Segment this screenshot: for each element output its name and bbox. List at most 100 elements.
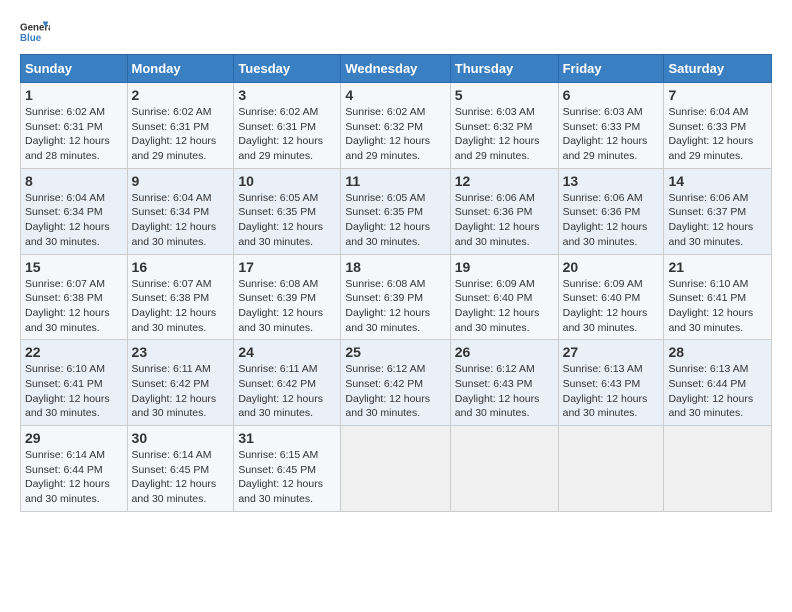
day-number: 21 xyxy=(668,259,767,275)
header-cell-monday: Monday xyxy=(127,55,234,83)
day-cell: 29 Sunrise: 6:14 AMSunset: 6:44 PMDaylig… xyxy=(21,426,128,512)
week-row-4: 22 Sunrise: 6:10 AMSunset: 6:41 PMDaylig… xyxy=(21,340,772,426)
day-cell: 27 Sunrise: 6:13 AMSunset: 6:43 PMDaylig… xyxy=(558,340,664,426)
day-cell: 31 Sunrise: 6:15 AMSunset: 6:45 PMDaylig… xyxy=(234,426,341,512)
calendar-header: SundayMondayTuesdayWednesdayThursdayFrid… xyxy=(21,55,772,83)
day-detail: Sunrise: 6:05 AMSunset: 6:35 PMDaylight:… xyxy=(345,192,430,248)
header-cell-wednesday: Wednesday xyxy=(341,55,450,83)
day-cell: 14 Sunrise: 6:06 AMSunset: 6:37 PMDaylig… xyxy=(664,168,772,254)
day-cell: 9 Sunrise: 6:04 AMSunset: 6:34 PMDayligh… xyxy=(127,168,234,254)
day-cell: 5 Sunrise: 6:03 AMSunset: 6:32 PMDayligh… xyxy=(450,83,558,169)
day-cell: 1 Sunrise: 6:02 AMSunset: 6:31 PMDayligh… xyxy=(21,83,128,169)
day-cell: 13 Sunrise: 6:06 AMSunset: 6:36 PMDaylig… xyxy=(558,168,664,254)
day-detail: Sunrise: 6:04 AMSunset: 6:34 PMDaylight:… xyxy=(25,192,110,248)
day-cell: 3 Sunrise: 6:02 AMSunset: 6:31 PMDayligh… xyxy=(234,83,341,169)
day-number: 16 xyxy=(132,259,230,275)
day-detail: Sunrise: 6:09 AMSunset: 6:40 PMDaylight:… xyxy=(455,278,540,334)
day-detail: Sunrise: 6:08 AMSunset: 6:39 PMDaylight:… xyxy=(238,278,323,334)
header-cell-sunday: Sunday xyxy=(21,55,128,83)
day-detail: Sunrise: 6:14 AMSunset: 6:45 PMDaylight:… xyxy=(132,449,217,505)
day-detail: Sunrise: 6:03 AMSunset: 6:33 PMDaylight:… xyxy=(563,106,648,162)
day-detail: Sunrise: 6:12 AMSunset: 6:43 PMDaylight:… xyxy=(455,363,540,419)
day-cell: 22 Sunrise: 6:10 AMSunset: 6:41 PMDaylig… xyxy=(21,340,128,426)
header-cell-friday: Friday xyxy=(558,55,664,83)
day-cell: 12 Sunrise: 6:06 AMSunset: 6:36 PMDaylig… xyxy=(450,168,558,254)
day-number: 15 xyxy=(25,259,123,275)
day-number: 8 xyxy=(25,173,123,189)
day-cell: 28 Sunrise: 6:13 AMSunset: 6:44 PMDaylig… xyxy=(664,340,772,426)
week-row-1: 1 Sunrise: 6:02 AMSunset: 6:31 PMDayligh… xyxy=(21,83,772,169)
day-cell: 6 Sunrise: 6:03 AMSunset: 6:33 PMDayligh… xyxy=(558,83,664,169)
day-detail: Sunrise: 6:10 AMSunset: 6:41 PMDaylight:… xyxy=(668,278,753,334)
day-cell: 17 Sunrise: 6:08 AMSunset: 6:39 PMDaylig… xyxy=(234,254,341,340)
day-detail: Sunrise: 6:03 AMSunset: 6:32 PMDaylight:… xyxy=(455,106,540,162)
day-detail: Sunrise: 6:04 AMSunset: 6:34 PMDaylight:… xyxy=(132,192,217,248)
day-detail: Sunrise: 6:07 AMSunset: 6:38 PMDaylight:… xyxy=(25,278,110,334)
day-detail: Sunrise: 6:04 AMSunset: 6:33 PMDaylight:… xyxy=(668,106,753,162)
day-number: 11 xyxy=(345,173,445,189)
day-cell xyxy=(558,426,664,512)
day-cell: 4 Sunrise: 6:02 AMSunset: 6:32 PMDayligh… xyxy=(341,83,450,169)
day-number: 4 xyxy=(345,87,445,103)
day-cell: 24 Sunrise: 6:11 AMSunset: 6:42 PMDaylig… xyxy=(234,340,341,426)
day-cell xyxy=(450,426,558,512)
day-number: 18 xyxy=(345,259,445,275)
page-header: General Blue xyxy=(20,20,772,44)
day-cell: 2 Sunrise: 6:02 AMSunset: 6:31 PMDayligh… xyxy=(127,83,234,169)
day-detail: Sunrise: 6:09 AMSunset: 6:40 PMDaylight:… xyxy=(563,278,648,334)
day-cell: 15 Sunrise: 6:07 AMSunset: 6:38 PMDaylig… xyxy=(21,254,128,340)
day-detail: Sunrise: 6:02 AMSunset: 6:32 PMDaylight:… xyxy=(345,106,430,162)
calendar-body: 1 Sunrise: 6:02 AMSunset: 6:31 PMDayligh… xyxy=(21,83,772,512)
day-detail: Sunrise: 6:13 AMSunset: 6:44 PMDaylight:… xyxy=(668,363,753,419)
day-number: 28 xyxy=(668,344,767,360)
day-detail: Sunrise: 6:02 AMSunset: 6:31 PMDaylight:… xyxy=(25,106,110,162)
day-detail: Sunrise: 6:14 AMSunset: 6:44 PMDaylight:… xyxy=(25,449,110,505)
week-row-3: 15 Sunrise: 6:07 AMSunset: 6:38 PMDaylig… xyxy=(21,254,772,340)
day-cell xyxy=(664,426,772,512)
day-cell: 10 Sunrise: 6:05 AMSunset: 6:35 PMDaylig… xyxy=(234,168,341,254)
day-cell: 16 Sunrise: 6:07 AMSunset: 6:38 PMDaylig… xyxy=(127,254,234,340)
day-number: 20 xyxy=(563,259,660,275)
day-number: 12 xyxy=(455,173,554,189)
day-cell: 26 Sunrise: 6:12 AMSunset: 6:43 PMDaylig… xyxy=(450,340,558,426)
day-number: 3 xyxy=(238,87,336,103)
day-detail: Sunrise: 6:15 AMSunset: 6:45 PMDaylight:… xyxy=(238,449,323,505)
day-cell: 19 Sunrise: 6:09 AMSunset: 6:40 PMDaylig… xyxy=(450,254,558,340)
day-number: 2 xyxy=(132,87,230,103)
day-detail: Sunrise: 6:06 AMSunset: 6:37 PMDaylight:… xyxy=(668,192,753,248)
day-detail: Sunrise: 6:06 AMSunset: 6:36 PMDaylight:… xyxy=(455,192,540,248)
day-number: 10 xyxy=(238,173,336,189)
header-cell-thursday: Thursday xyxy=(450,55,558,83)
day-detail: Sunrise: 6:05 AMSunset: 6:35 PMDaylight:… xyxy=(238,192,323,248)
day-number: 22 xyxy=(25,344,123,360)
day-number: 17 xyxy=(238,259,336,275)
day-number: 14 xyxy=(668,173,767,189)
day-detail: Sunrise: 6:02 AMSunset: 6:31 PMDaylight:… xyxy=(238,106,323,162)
day-number: 6 xyxy=(563,87,660,103)
day-detail: Sunrise: 6:08 AMSunset: 6:39 PMDaylight:… xyxy=(345,278,430,334)
day-cell: 30 Sunrise: 6:14 AMSunset: 6:45 PMDaylig… xyxy=(127,426,234,512)
day-number: 1 xyxy=(25,87,123,103)
day-cell: 11 Sunrise: 6:05 AMSunset: 6:35 PMDaylig… xyxy=(341,168,450,254)
day-cell: 7 Sunrise: 6:04 AMSunset: 6:33 PMDayligh… xyxy=(664,83,772,169)
day-detail: Sunrise: 6:11 AMSunset: 6:42 PMDaylight:… xyxy=(132,363,217,419)
day-number: 7 xyxy=(668,87,767,103)
svg-text:Blue: Blue xyxy=(20,33,42,44)
day-number: 23 xyxy=(132,344,230,360)
day-cell xyxy=(341,426,450,512)
day-number: 30 xyxy=(132,430,230,446)
day-cell: 21 Sunrise: 6:10 AMSunset: 6:41 PMDaylig… xyxy=(664,254,772,340)
week-row-2: 8 Sunrise: 6:04 AMSunset: 6:34 PMDayligh… xyxy=(21,168,772,254)
day-number: 31 xyxy=(238,430,336,446)
day-detail: Sunrise: 6:02 AMSunset: 6:31 PMDaylight:… xyxy=(132,106,217,162)
logo: General Blue xyxy=(20,20,54,44)
day-cell: 25 Sunrise: 6:12 AMSunset: 6:42 PMDaylig… xyxy=(341,340,450,426)
day-cell: 23 Sunrise: 6:11 AMSunset: 6:42 PMDaylig… xyxy=(127,340,234,426)
day-number: 25 xyxy=(345,344,445,360)
header-row: SundayMondayTuesdayWednesdayThursdayFrid… xyxy=(21,55,772,83)
header-cell-saturday: Saturday xyxy=(664,55,772,83)
day-number: 19 xyxy=(455,259,554,275)
day-detail: Sunrise: 6:12 AMSunset: 6:42 PMDaylight:… xyxy=(345,363,430,419)
header-cell-tuesday: Tuesday xyxy=(234,55,341,83)
day-number: 13 xyxy=(563,173,660,189)
